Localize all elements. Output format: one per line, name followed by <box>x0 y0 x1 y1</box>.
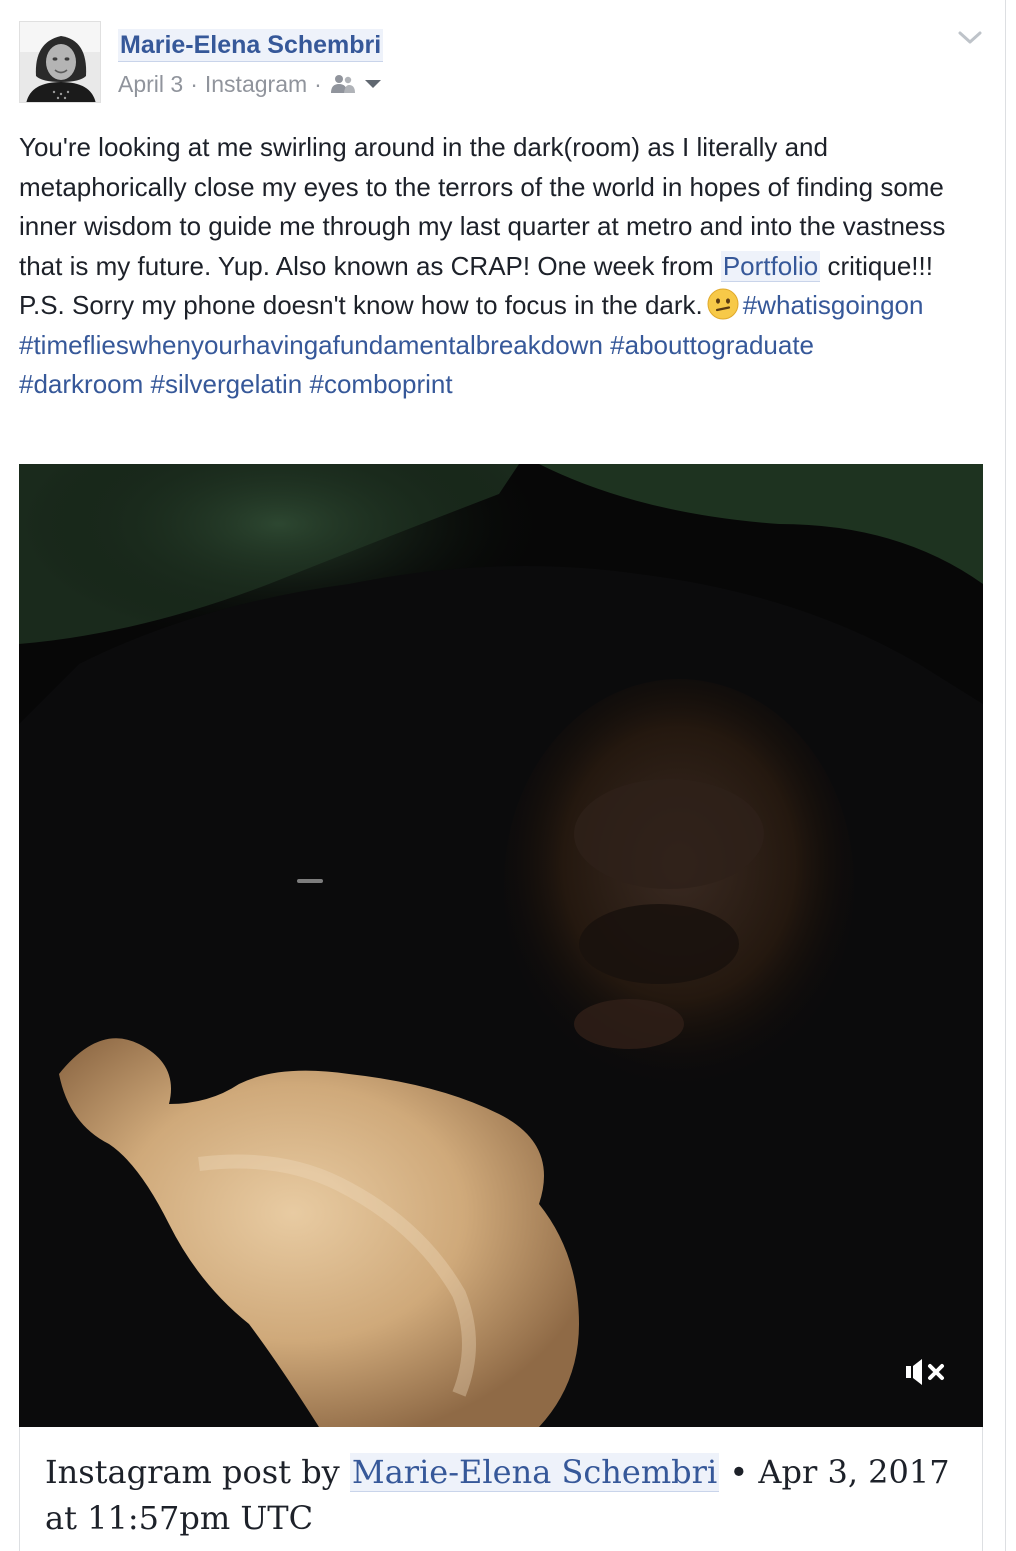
hashtag-link[interactable]: #whatisgoingon <box>743 290 924 320</box>
instagram-share-post: Marie-Elena Schembri April 3 · Instagram… <box>0 0 1006 1551</box>
video-frame <box>19 464 983 1427</box>
caption-author-link[interactable]: Marie-Elena Schembri <box>349 1453 720 1492</box>
caption-text: Instagram post by Marie-Elena Schembri •… <box>45 1449 955 1541</box>
hashtag-link[interactable]: #comboprint <box>310 369 453 399</box>
hashtag-link[interactable]: #darkroom <box>19 369 143 399</box>
portfolio-mention-link[interactable]: Portfolio <box>720 250 821 282</box>
hashtag-link[interactable]: #abouttograduate <box>610 330 814 360</box>
instagram-embed-caption: Instagram post by Marie-Elena Schembri •… <box>19 1427 983 1551</box>
post-meta: April 3 · Instagram · <box>118 69 383 99</box>
video-player[interactable] <box>19 464 983 1427</box>
post-header: Marie-Elena Schembri April 3 · Instagram… <box>19 21 985 105</box>
friends-icon <box>330 75 355 93</box>
author-name-link[interactable]: Marie-Elena Schembri <box>118 29 384 62</box>
hashtag-link[interactable]: #silvergelatin <box>151 369 303 399</box>
author-avatar[interactable] <box>19 21 101 103</box>
post-message: You're looking at me swirling around in … <box>19 128 979 405</box>
meta-separator: · <box>190 71 198 97</box>
meta-separator: · <box>314 71 322 97</box>
caption-prefix: Instagram post by <box>45 1453 350 1491</box>
confused-face-emoji <box>707 288 739 320</box>
post-source-link[interactable]: Instagram <box>205 69 307 99</box>
volume-muted-icon[interactable] <box>905 1355 947 1389</box>
audience-selector[interactable] <box>330 74 383 94</box>
hashtag-link[interactable]: #timeflieswhenyourhavingafundamentalbrea… <box>19 330 603 360</box>
post-date-link[interactable]: April 3 <box>118 69 183 99</box>
chevron-down-icon[interactable] <box>955 25 985 51</box>
avatar-image <box>20 22 100 102</box>
caret-down-icon <box>364 80 381 88</box>
